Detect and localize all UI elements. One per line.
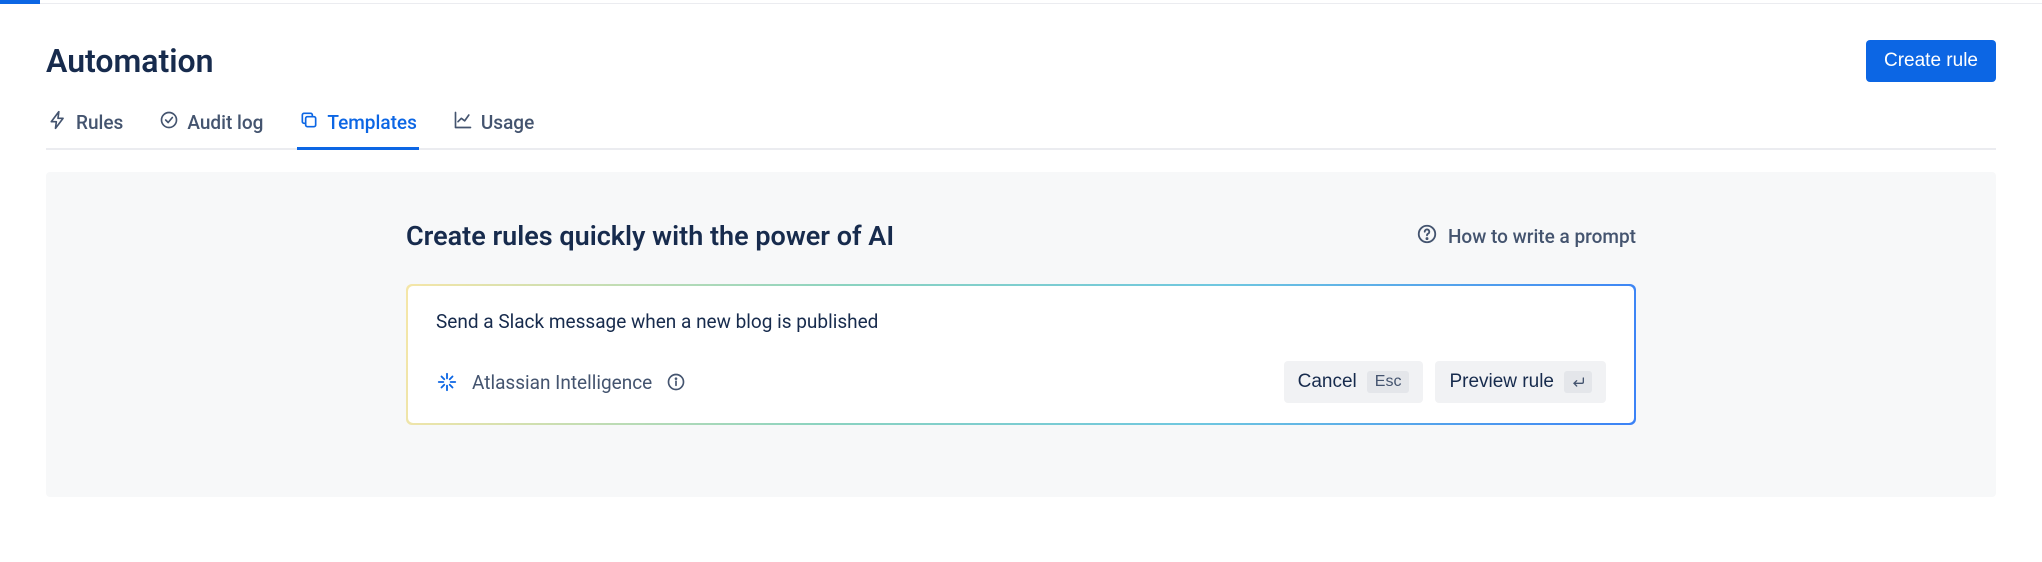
preview-label: Preview rule [1449, 371, 1554, 393]
top-border [0, 0, 2042, 4]
preview-rule-button[interactable]: Preview rule [1435, 361, 1606, 403]
tab-label: Rules [76, 111, 123, 134]
question-circle-icon [1416, 223, 1438, 250]
help-link[interactable]: How to write a prompt [1416, 223, 1636, 250]
tab-usage[interactable]: Usage [451, 100, 536, 150]
prompt-footer: Atlassian Intelligence Cancel Esc [436, 361, 1606, 403]
cancel-button[interactable]: Cancel Esc [1284, 361, 1424, 403]
tabs: Rules Audit log Templates Usage [46, 100, 1996, 150]
atlassian-intelligence-icon [436, 371, 458, 393]
prompt-card: Atlassian Intelligence Cancel Esc [406, 284, 1636, 425]
ai-brand: Atlassian Intelligence [436, 371, 686, 394]
enter-key-hint [1564, 371, 1592, 393]
create-rule-button[interactable]: Create rule [1866, 40, 1996, 82]
cancel-label: Cancel [1298, 371, 1357, 393]
tab-label: Templates [327, 111, 416, 134]
copy-icon [299, 110, 319, 135]
bolt-icon [48, 110, 68, 135]
ai-brand-label: Atlassian Intelligence [472, 371, 652, 394]
prompt-actions: Cancel Esc Preview rule [1284, 361, 1606, 403]
tab-templates[interactable]: Templates [297, 100, 418, 150]
info-icon[interactable] [666, 372, 686, 392]
ai-prompt-input[interactable] [436, 310, 1606, 333]
check-circle-icon [159, 110, 179, 135]
page-title: Automation [46, 42, 214, 80]
panel-header: Create rules quickly with the power of A… [406, 220, 1636, 252]
progress-bar [0, 0, 40, 4]
chart-icon [453, 110, 473, 135]
help-link-label: How to write a prompt [1448, 225, 1636, 248]
esc-key-hint: Esc [1367, 371, 1410, 393]
page-header: Automation Create rule [46, 4, 1996, 100]
panel-heading: Create rules quickly with the power of A… [406, 220, 894, 252]
tab-audit-log[interactable]: Audit log [157, 100, 265, 150]
workspace-panel: Create rules quickly with the power of A… [46, 172, 1996, 497]
tab-label: Audit log [187, 111, 263, 134]
tab-label: Usage [481, 111, 534, 134]
tab-rules[interactable]: Rules [46, 100, 125, 150]
